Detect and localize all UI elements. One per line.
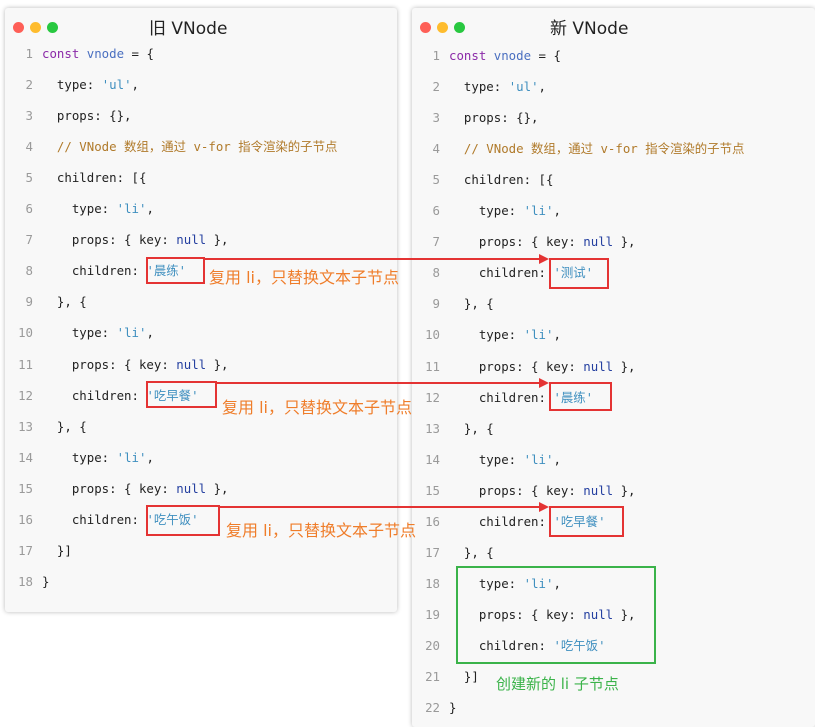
create-new-note: 创建新的 li 子节点 — [496, 675, 619, 693]
reuse-note-3: 复用 li，只替换文本子节点 — [226, 521, 416, 540]
arrows-layer — [205, 254, 549, 512]
reuse-note-2: 复用 li，只替换文本子节点 — [222, 398, 412, 417]
reuse-note-1: 复用 li，只替换文本子节点 — [209, 268, 399, 287]
